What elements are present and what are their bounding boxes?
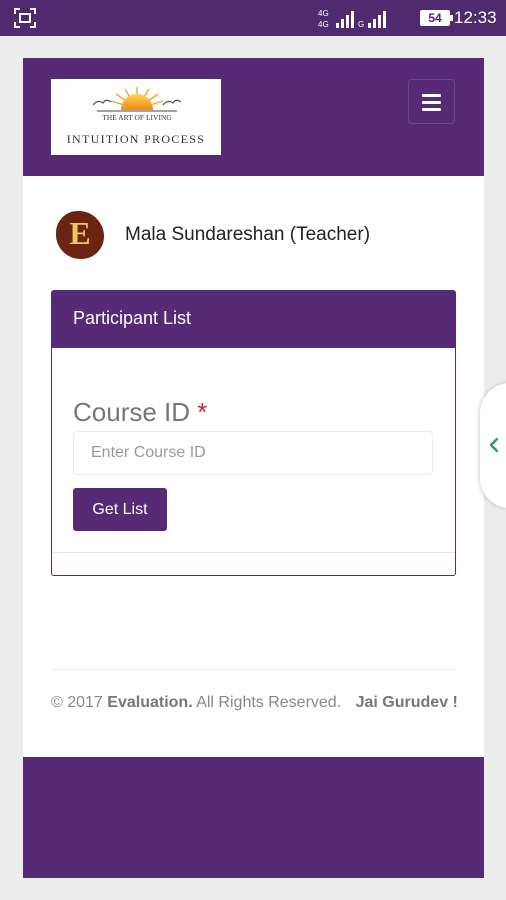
course-id-label-text: Course ID — [73, 397, 191, 427]
copyright-year: © 2017 — [51, 694, 103, 711]
hamburger-menu-button[interactable] — [408, 79, 455, 124]
hamburger-icon-line — [422, 108, 441, 111]
top-navbar: THE ART OF LIVING INTUITION PROCESS — [23, 58, 484, 176]
svg-text:G: G — [358, 20, 364, 29]
footer-rights: All Rights Reserved. — [196, 694, 342, 711]
footer-tagline: Jai Gurudev ! — [355, 694, 458, 711]
logo-subtitle: INTUITION PROCESS — [66, 132, 206, 146]
svg-text:4G: 4G — [318, 20, 329, 29]
copyright-text: © 2017 Evaluation. All Rights Reserved. … — [51, 694, 458, 712]
hamburger-icon — [422, 94, 441, 97]
participant-list-panel: Participant List Course ID * Get List — [51, 290, 456, 576]
panel-header: Participant List — [52, 291, 455, 348]
hamburger-icon-line — [422, 101, 441, 104]
chevron-left-icon — [489, 437, 499, 453]
course-id-input[interactable] — [73, 431, 433, 475]
footer-brand: Evaluation. — [107, 694, 193, 711]
required-asterisk: * — [197, 397, 208, 427]
course-id-label: Course ID * — [73, 397, 207, 428]
footer-divider — [51, 669, 456, 670]
user-name: Mala Sundareshan (Teacher) — [125, 224, 371, 245]
user-profile: E Mala Sundareshan (Teacher) — [52, 207, 472, 267]
status-clock: 12:33 — [454, 8, 497, 27]
page-container: THE ART OF LIVING INTUITION PROCESS E Ma… — [23, 58, 484, 878]
battery-icon: 54 — [420, 10, 453, 26]
get-list-button[interactable]: Get List — [73, 488, 167, 531]
svg-text:4G: 4G — [318, 9, 329, 18]
signal-strength-icon: 4G 4G G — [318, 9, 386, 29]
panel-title: Participant List — [73, 308, 192, 328]
avatar: E — [52, 207, 108, 263]
art-of-living-logo[interactable]: THE ART OF LIVING INTUITION PROCESS — [51, 79, 221, 155]
screenshot-icon — [14, 8, 36, 28]
logo-title: THE ART OF LIVING — [102, 113, 172, 121]
rising-sun-icon: THE ART OF LIVING — [92, 87, 182, 121]
status-bar: 4G 4G G 54 12:33 — [0, 0, 506, 36]
panel-footer-divider — [52, 552, 455, 553]
bottom-footer-bar — [23, 757, 484, 878]
avatar-letter: E — [69, 215, 91, 251]
side-drawer-handle[interactable] — [480, 383, 506, 508]
